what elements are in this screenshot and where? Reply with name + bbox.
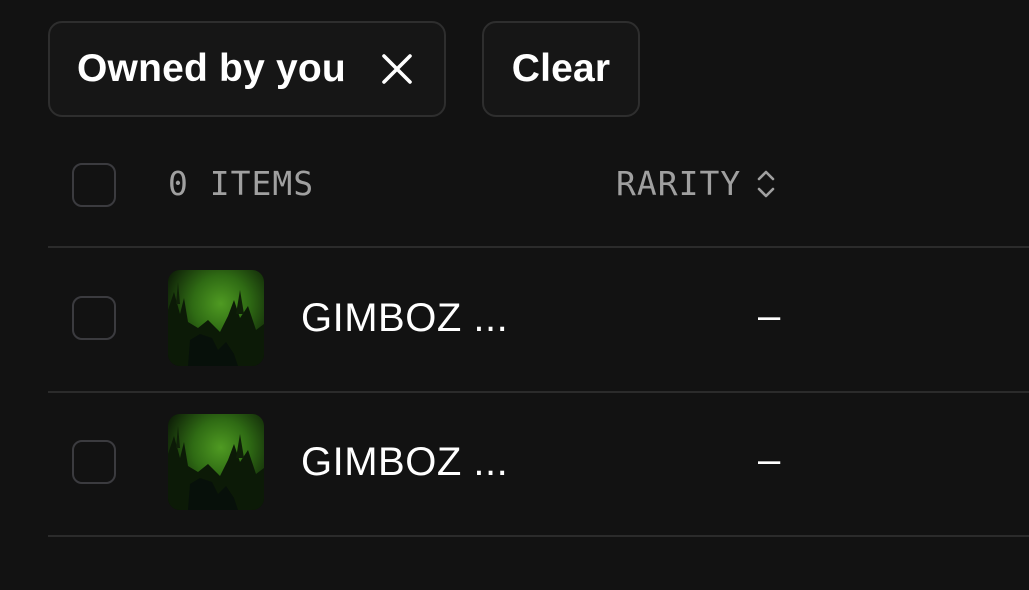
items-count: 0 ITEMS (168, 164, 315, 203)
row-checkbox[interactable] (72, 440, 116, 484)
item-name[interactable]: GIMBOZ ... (301, 440, 508, 485)
item-thumbnail[interactable] (168, 414, 264, 510)
clear-filters-button[interactable]: Clear (482, 21, 640, 117)
sort-updown-icon (755, 166, 777, 202)
table-row[interactable]: GIMBOZ ... – (48, 248, 1029, 393)
item-rarity: – (758, 438, 781, 482)
rarity-header-label: RARITY (616, 164, 742, 203)
item-thumbnail[interactable] (168, 270, 264, 366)
rarity-sort-header[interactable]: RARITY (616, 164, 777, 203)
item-rarity: – (758, 294, 781, 338)
item-name[interactable]: GIMBOZ ... (301, 296, 508, 341)
row-checkbox[interactable] (72, 296, 116, 340)
owned-by-you-filter-chip[interactable]: Owned by you (48, 21, 446, 117)
items-page: Owned by you Clear 0 ITEMS RARITY GIMBOZ… (0, 0, 1029, 590)
table-header: 0 ITEMS RARITY (48, 140, 1029, 248)
clear-label: Clear (511, 47, 611, 90)
owned-by-you-label: Owned by you (77, 47, 346, 90)
close-icon[interactable] (380, 52, 414, 86)
active-filters: Owned by you Clear (48, 21, 640, 117)
select-all-checkbox[interactable] (72, 163, 116, 207)
table-row[interactable]: GIMBOZ ... – (48, 392, 1029, 537)
